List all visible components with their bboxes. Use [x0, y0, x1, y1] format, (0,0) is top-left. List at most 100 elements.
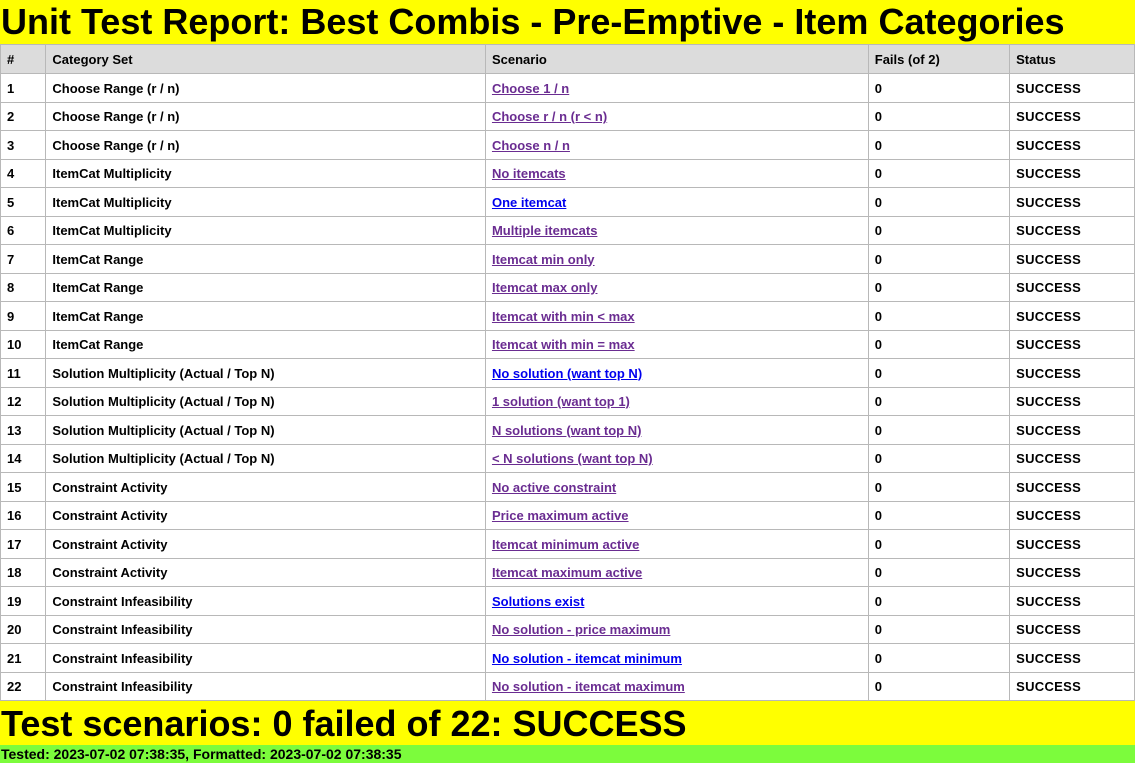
scenario-link[interactable]: Solutions exist: [492, 594, 584, 609]
row-fails: 0: [867, 73, 1011, 103]
row-number: 1: [0, 73, 47, 103]
scenario-link[interactable]: No solution - itemcat maximum: [492, 679, 685, 694]
row-scenario: No solution (want top N): [484, 358, 869, 388]
table-row: 19 Constraint Infeasibility Solutions exis…: [0, 586, 1135, 616]
row-fails: 0: [867, 387, 1011, 416]
scenario-link[interactable]: Price maximum active: [492, 508, 629, 523]
scenario-link[interactable]: 1 solution (want top 1): [492, 394, 630, 409]
row-fails: 0: [867, 358, 1011, 388]
row-category-set: Constraint Infeasibility: [45, 643, 486, 673]
row-status: SUCCESS: [1009, 444, 1135, 473]
table-row: 16 Constraint Activity Price maximum activ…: [0, 501, 1135, 530]
scenario-link[interactable]: No solution (want top N): [492, 366, 642, 381]
row-scenario: 1 solution (want top 1): [484, 387, 869, 416]
row-number: 5: [0, 187, 47, 217]
row-status: SUCCESS: [1009, 586, 1135, 616]
table-row: 7 ItemCat Range Itemcat min only 0 SUCCESS: [0, 244, 1135, 274]
table-row: 1 Choose Range (r / n) Choose 1 / n 0 SUCCES…: [0, 73, 1135, 103]
scenario-link[interactable]: Choose n / n: [492, 138, 570, 153]
row-fails: 0: [867, 643, 1011, 673]
row-category-set: ItemCat Range: [45, 330, 486, 359]
row-category-set: Choose Range (r / n): [45, 73, 486, 103]
row-fails: 0: [867, 187, 1011, 217]
row-fails: 0: [867, 672, 1011, 701]
row-scenario: Itemcat maximum active: [484, 558, 869, 587]
row-category-set: ItemCat Range: [45, 273, 486, 302]
row-number: 20: [0, 615, 47, 644]
row-category-set: ItemCat Multiplicity: [45, 159, 486, 188]
table-row: 20 Constraint Infeasibility No solution - …: [0, 615, 1135, 644]
table-row: 12 Solution Multiplicity (Actual / Top N)…: [0, 387, 1135, 416]
row-number: 3: [0, 130, 47, 160]
row-status: SUCCESS: [1009, 273, 1135, 302]
scenario-link[interactable]: Itemcat maximum active: [492, 565, 642, 580]
scenario-link[interactable]: Choose r / n (r < n): [492, 109, 607, 124]
row-fails: 0: [867, 415, 1011, 445]
row-scenario: No itemcats: [484, 159, 869, 188]
row-status: SUCCESS: [1009, 529, 1135, 559]
row-status: SUCCESS: [1009, 358, 1135, 388]
table-row: 18 Constraint Activity Itemcat maximum act…: [0, 558, 1135, 587]
row-scenario: < N solutions (want top N): [484, 444, 869, 473]
row-status: SUCCESS: [1009, 73, 1135, 103]
scenario-link[interactable]: Itemcat with min = max: [492, 337, 635, 352]
row-fails: 0: [867, 444, 1011, 473]
row-fails: 0: [867, 501, 1011, 530]
row-category-set: Constraint Infeasibility: [45, 672, 486, 701]
row-status: SUCCESS: [1009, 102, 1135, 131]
row-number: 10: [0, 330, 47, 359]
tested-timestamp: Tested: 2023-07-02 07:38:35, Formatted: …: [0, 745, 1135, 763]
row-scenario: Choose 1 / n: [484, 73, 869, 103]
scenario-link[interactable]: Itemcat max only: [492, 280, 598, 295]
table-header-row: # Category Set Scenario Fails (of 2) Sta…: [0, 44, 1135, 74]
header-status: Status: [1009, 44, 1135, 74]
row-scenario: Itemcat with min = max: [484, 330, 869, 359]
table-row: 11 Solution Multiplicity (Actual / Top N)…: [0, 358, 1135, 388]
row-number: 19: [0, 586, 47, 616]
row-scenario: No solution - price maximum: [484, 615, 869, 644]
row-scenario: Multiple itemcats: [484, 216, 869, 245]
results-table: # Category Set Scenario Fails (of 2) Sta…: [0, 44, 1135, 701]
scenario-link[interactable]: Choose 1 / n: [492, 81, 569, 96]
row-status: SUCCESS: [1009, 415, 1135, 445]
scenario-link[interactable]: Multiple itemcats: [492, 223, 597, 238]
row-status: SUCCESS: [1009, 301, 1135, 331]
row-number: 21: [0, 643, 47, 673]
scenario-link[interactable]: Itemcat with min < max: [492, 309, 635, 324]
row-number: 4: [0, 159, 47, 188]
row-status: SUCCESS: [1009, 643, 1135, 673]
row-number: 11: [0, 358, 47, 388]
row-fails: 0: [867, 159, 1011, 188]
scenario-link[interactable]: No active constraint: [492, 480, 616, 495]
scenario-link[interactable]: Itemcat min only: [492, 252, 595, 267]
row-category-set: ItemCat Multiplicity: [45, 187, 486, 217]
header-number: #: [0, 44, 47, 74]
scenario-link[interactable]: Itemcat minimum active: [492, 537, 639, 552]
scenario-link[interactable]: < N solutions (want top N): [492, 451, 653, 466]
row-scenario: One itemcat: [484, 187, 869, 217]
row-category-set: Solution Multiplicity (Actual / Top N): [45, 444, 486, 473]
scenario-link[interactable]: N solutions (want top N): [492, 423, 641, 438]
row-number: 15: [0, 472, 47, 502]
row-scenario: N solutions (want top N): [484, 415, 869, 445]
row-scenario: Solutions exist: [484, 586, 869, 616]
row-number: 18: [0, 558, 47, 587]
row-status: SUCCESS: [1009, 159, 1135, 188]
row-scenario: Itemcat min only: [484, 244, 869, 274]
row-scenario: Price maximum active: [484, 501, 869, 530]
row-category-set: Choose Range (r / n): [45, 102, 486, 131]
row-category-set: Solution Multiplicity (Actual / Top N): [45, 387, 486, 416]
scenario-link[interactable]: One itemcat: [492, 195, 566, 210]
row-scenario: No solution - itemcat minimum: [484, 643, 869, 673]
row-status: SUCCESS: [1009, 472, 1135, 502]
row-status: SUCCESS: [1009, 672, 1135, 701]
row-category-set: ItemCat Range: [45, 301, 486, 331]
row-fails: 0: [867, 216, 1011, 245]
table-row: 10 ItemCat Range Itemcat with min = max 0 SU…: [0, 330, 1135, 359]
row-number: 13: [0, 415, 47, 445]
row-number: 8: [0, 273, 47, 302]
scenario-link[interactable]: No solution - price maximum: [492, 622, 670, 637]
row-category-set: Solution Multiplicity (Actual / Top N): [45, 415, 486, 445]
scenario-link[interactable]: No solution - itemcat minimum: [492, 651, 682, 666]
scenario-link[interactable]: No itemcats: [492, 166, 566, 181]
